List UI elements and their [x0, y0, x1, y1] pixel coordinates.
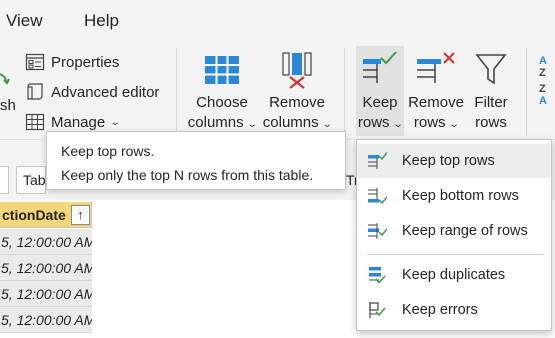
- chevron-down-icon: ⌄: [448, 119, 460, 130]
- filter-icon: [475, 54, 507, 85]
- properties-label: Properties: [51, 53, 120, 71]
- keep-top-rows-icon: [368, 152, 387, 169]
- manage-icon: [25, 113, 45, 131]
- left-field[interactable]: [0, 166, 9, 194]
- menu-item-label: Keep bottom rows: [402, 188, 519, 204]
- choose-columns-button[interactable]: Choose columns ⌄: [186, 46, 258, 136]
- menu-item-keep-range-of-rows[interactable]: Keep range of rows: [357, 214, 551, 248]
- filter-rows-label-1: Filter: [474, 94, 508, 111]
- remove-rows-button[interactable]: Remove rows ⌄: [406, 46, 466, 136]
- keep-errors-icon: [369, 302, 386, 318]
- ribbon-separator: [176, 48, 177, 136]
- ribbon: sh Properties Advanced editor Manage ⌄ C…: [0, 44, 555, 140]
- filter-rows-button[interactable]: Filter rows: [468, 46, 514, 136]
- filter-rows-label-2: rows: [475, 114, 507, 131]
- advanced-editor-icon: [27, 83, 43, 100]
- tooltip-description: Keep only the top N rows from this table…: [61, 167, 314, 183]
- table-cell[interactable]: 5, 12:00:00 AM: [0, 307, 92, 333]
- menu-item-label: Keep range of rows: [402, 223, 528, 239]
- ribbon-separator: [526, 48, 527, 136]
- menu-item-keep-duplicates[interactable]: Keep duplicates: [357, 258, 551, 292]
- advanced-editor-label: Advanced editor: [51, 83, 160, 101]
- menu-help[interactable]: Help: [84, 11, 119, 31]
- menu-item-keep-errors[interactable]: Keep errors: [357, 293, 551, 327]
- refresh-icon: [0, 73, 10, 85]
- keep-bottom-rows-icon: [368, 188, 387, 205]
- svg-text:Z: Z: [539, 67, 546, 79]
- properties-icon: [25, 53, 45, 71]
- keep-rows-button[interactable]: Keep rows ⌄: [356, 46, 404, 136]
- column-sort-button[interactable]: ↑: [71, 205, 90, 225]
- menu-separator: [367, 254, 543, 255]
- svg-text:A: A: [539, 95, 547, 106]
- menu-item-label: Keep duplicates: [402, 267, 506, 283]
- keep-top-rows-tooltip: Keep top rows. Keep only the top N rows …: [46, 131, 346, 190]
- advanced-editor-button[interactable]: Advanced editor: [25, 79, 159, 105]
- remove-columns-icon: [282, 52, 312, 89]
- chevron-down-icon: ⌄: [392, 119, 404, 130]
- menu-item-label: Keep errors: [402, 302, 478, 318]
- manage-label: Manage: [51, 113, 106, 131]
- keep-rows-label-1: Keep: [362, 94, 398, 111]
- remove-columns-label-2: columns: [262, 114, 319, 131]
- menu-item-keep-bottom-rows[interactable]: Keep bottom rows: [357, 179, 551, 213]
- table-cell[interactable]: 5, 12:00:00 AM: [0, 255, 92, 281]
- svg-text:Z: Z: [539, 83, 546, 95]
- properties-button[interactable]: Properties: [25, 49, 119, 75]
- remove-rows-label-2: rows: [413, 114, 446, 131]
- menu-item-keep-top-rows[interactable]: Keep top rows: [357, 144, 551, 178]
- menu-item-label: Keep top rows: [402, 153, 495, 169]
- choose-columns-icon: [205, 56, 239, 84]
- refresh-label: sh: [0, 96, 16, 114]
- svg-text:A: A: [539, 55, 547, 67]
- chevron-down-icon: ⌄: [109, 116, 121, 128]
- sort-ascending-icon[interactable]: A Z Z A: [538, 52, 555, 106]
- choose-columns-label-2: columns: [187, 114, 244, 131]
- table-field[interactable]: Tab: [16, 166, 46, 194]
- keep-duplicates-icon: [369, 267, 386, 284]
- table-cell[interactable]: 5, 12:00:00 AM: [0, 229, 92, 255]
- table-cell[interactable]: 5, 12:00:00 AM: [0, 281, 92, 307]
- remove-rows-icon: [417, 52, 455, 83]
- remove-columns-label-1: Remove: [269, 94, 325, 111]
- menu-bar: View Help: [0, 0, 555, 44]
- keep-rows-label-2: rows: [357, 114, 390, 131]
- keep-range-rows-icon: [368, 223, 387, 239]
- remove-columns-button[interactable]: Remove columns ⌄: [261, 46, 333, 136]
- ribbon-separator: [344, 48, 345, 136]
- keep-rows-dropdown: Keep top rows Keep bottom rows Keep rang…: [356, 139, 552, 331]
- sort-arrow-icon: ↑: [77, 207, 84, 222]
- menu-view[interactable]: View: [6, 11, 43, 31]
- choose-columns-label-1: Choose: [196, 94, 248, 111]
- keep-rows-icon: [363, 51, 397, 83]
- remove-rows-label-1: Remove: [408, 94, 464, 111]
- tooltip-title: Keep top rows.: [61, 143, 155, 159]
